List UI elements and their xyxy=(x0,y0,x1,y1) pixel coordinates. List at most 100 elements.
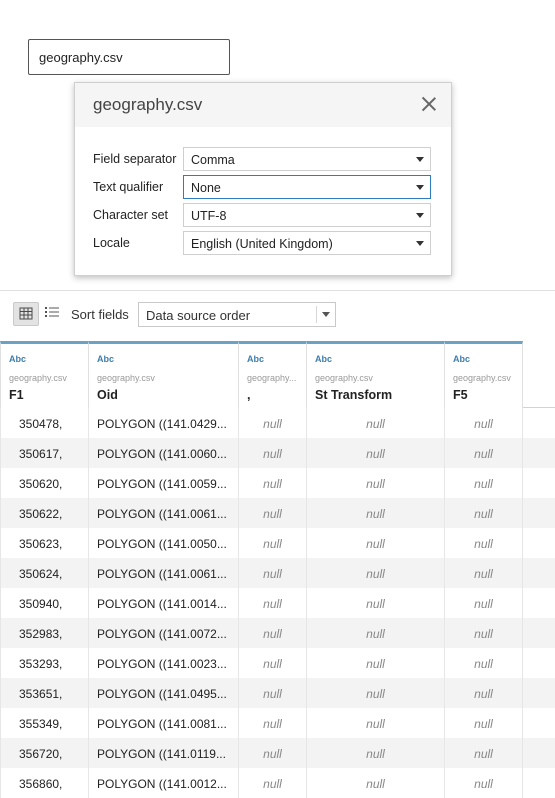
cell-st-transform: null xyxy=(307,468,445,498)
column-header-f5[interactable]: Abc geography.csv F5 xyxy=(445,341,523,408)
cell-f5: null xyxy=(445,768,523,798)
column-source: geography.csv xyxy=(97,373,155,383)
table-row: 356860, POLYGON ((141.0012... null null null xyxy=(0,768,555,798)
chevron-down-icon xyxy=(416,241,424,246)
column-name: F1 xyxy=(9,388,24,402)
column-header-comma[interactable]: Abc geography... , xyxy=(239,341,307,408)
cell-oid: POLYGON ((141.0061... xyxy=(89,498,239,528)
close-icon[interactable] xyxy=(421,96,437,112)
column-source: geography.csv xyxy=(315,373,373,383)
cell-f5: null xyxy=(445,588,523,618)
cell-st-transform: null xyxy=(307,498,445,528)
cell-f5: null xyxy=(445,558,523,588)
column-name: F5 xyxy=(453,388,468,402)
cell-f5: null xyxy=(445,438,523,468)
field-separator-select[interactable]: Comma xyxy=(183,147,431,171)
cell-f5: null xyxy=(445,528,523,558)
table-row: 352983, POLYGON ((141.0072... null null null xyxy=(0,618,555,648)
file-chip[interactable]: geography.csv xyxy=(28,39,230,75)
column-name: Oid xyxy=(97,388,118,402)
column-header-f1[interactable]: Abc geography.csv F1 xyxy=(0,341,89,408)
column-header-oid[interactable]: Abc geography.csv Oid xyxy=(89,341,239,408)
cell-comma: null xyxy=(239,738,307,768)
cell-f1: 350940, xyxy=(0,588,89,618)
string-type-icon[interactable]: Abc xyxy=(315,354,332,364)
character-set-value: UTF-8 xyxy=(191,209,227,223)
cell-comma: null xyxy=(239,468,307,498)
character-set-label: Character set xyxy=(93,208,169,222)
string-type-icon[interactable]: Abc xyxy=(247,354,264,364)
text-qualifier-select[interactable]: None xyxy=(183,175,431,199)
cell-f5: null xyxy=(445,498,523,528)
text-file-properties-dialog: geography.csv Field separator Comma Text… xyxy=(74,82,452,276)
cell-oid: POLYGON ((141.0060... xyxy=(89,438,239,468)
grid-toolbar: Sort fields Data source order xyxy=(0,291,555,341)
column-header-st-transform[interactable]: Abc geography.csv St Transform xyxy=(307,341,445,408)
cell-st-transform: null xyxy=(307,708,445,738)
text-qualifier-label: Text qualifier xyxy=(93,180,164,194)
cell-f5: null xyxy=(445,678,523,708)
cell-f5: null xyxy=(445,468,523,498)
cell-f1: 350624, xyxy=(0,558,89,588)
table-row: 350624, POLYGON ((141.0061... null null null xyxy=(0,558,555,588)
cell-oid: POLYGON ((141.0429... xyxy=(89,408,239,438)
cell-st-transform: null xyxy=(307,438,445,468)
cell-oid: POLYGON ((141.0023... xyxy=(89,648,239,678)
dialog-title: geography.csv xyxy=(93,95,203,114)
select-divider xyxy=(316,306,317,323)
table-row: 353651, POLYGON ((141.0495... null null null xyxy=(0,678,555,708)
cell-f5: null xyxy=(445,618,523,648)
cell-st-transform: null xyxy=(307,768,445,798)
column-name: , xyxy=(247,388,251,402)
sort-fields-value: Data source order xyxy=(146,308,251,323)
list-view-button[interactable] xyxy=(44,304,60,320)
string-type-icon[interactable]: Abc xyxy=(97,354,114,364)
chevron-down-icon xyxy=(416,185,424,190)
cell-f1: 350620, xyxy=(0,468,89,498)
locale-value: English (United Kingdom) xyxy=(191,237,333,251)
table-row: 356720, POLYGON ((141.0119... null null null xyxy=(0,738,555,768)
cell-oid: POLYGON ((141.0061... xyxy=(89,558,239,588)
cell-f1: 350478, xyxy=(0,408,89,438)
column-source: geography... xyxy=(247,373,297,383)
sort-fields-select[interactable]: Data source order xyxy=(138,302,336,327)
locale-select[interactable]: English (United Kingdom) xyxy=(183,231,431,255)
cell-f5: null xyxy=(445,738,523,768)
cell-f1: 353651, xyxy=(0,678,89,708)
table-row: 350622, POLYGON ((141.0061... null null null xyxy=(0,498,555,528)
grid-header: Abc geography.csv F1 Abc geography.csv O… xyxy=(0,341,555,408)
file-area: geography.csv geography.csv Field separa… xyxy=(0,0,555,290)
field-separator-row: Field separator Comma xyxy=(93,147,431,171)
string-type-icon[interactable]: Abc xyxy=(453,354,470,364)
cell-comma: null xyxy=(239,588,307,618)
character-set-select[interactable]: UTF-8 xyxy=(183,203,431,227)
cell-oid: POLYGON ((141.0014... xyxy=(89,588,239,618)
cell-comma: null xyxy=(239,678,307,708)
grid-view-icon xyxy=(19,307,33,320)
string-type-icon[interactable]: Abc xyxy=(9,354,26,364)
sort-fields-label: Sort fields xyxy=(71,307,129,322)
text-qualifier-value: None xyxy=(191,181,221,195)
cell-f1: 350623, xyxy=(0,528,89,558)
cell-comma: null xyxy=(239,498,307,528)
cell-comma: null xyxy=(239,558,307,588)
cell-comma: null xyxy=(239,618,307,648)
cell-f1: 352983, xyxy=(0,618,89,648)
grid-view-button[interactable] xyxy=(13,302,39,326)
table-row: 353293, POLYGON ((141.0023... null null null xyxy=(0,648,555,678)
table-row: 350617, POLYGON ((141.0060... null null null xyxy=(0,438,555,468)
cell-oid: POLYGON ((141.0012... xyxy=(89,768,239,798)
cell-oid: POLYGON ((141.0119... xyxy=(89,738,239,768)
cell-st-transform: null xyxy=(307,528,445,558)
grid-body: 350478, POLYGON ((141.0429... null null null… xyxy=(0,408,555,798)
table-row: 350478, POLYGON ((141.0429... null null null xyxy=(0,408,555,438)
cell-oid: POLYGON ((141.0495... xyxy=(89,678,239,708)
column-source: geography.csv xyxy=(453,373,511,383)
column-name: St Transform xyxy=(315,388,393,402)
table-row: 350623, POLYGON ((141.0050... null null null xyxy=(0,528,555,558)
column-source: geography.csv xyxy=(9,373,67,383)
chevron-down-icon xyxy=(416,213,424,218)
cell-f1: 356720, xyxy=(0,738,89,768)
cell-st-transform: null xyxy=(307,408,445,438)
cell-comma: null xyxy=(239,438,307,468)
